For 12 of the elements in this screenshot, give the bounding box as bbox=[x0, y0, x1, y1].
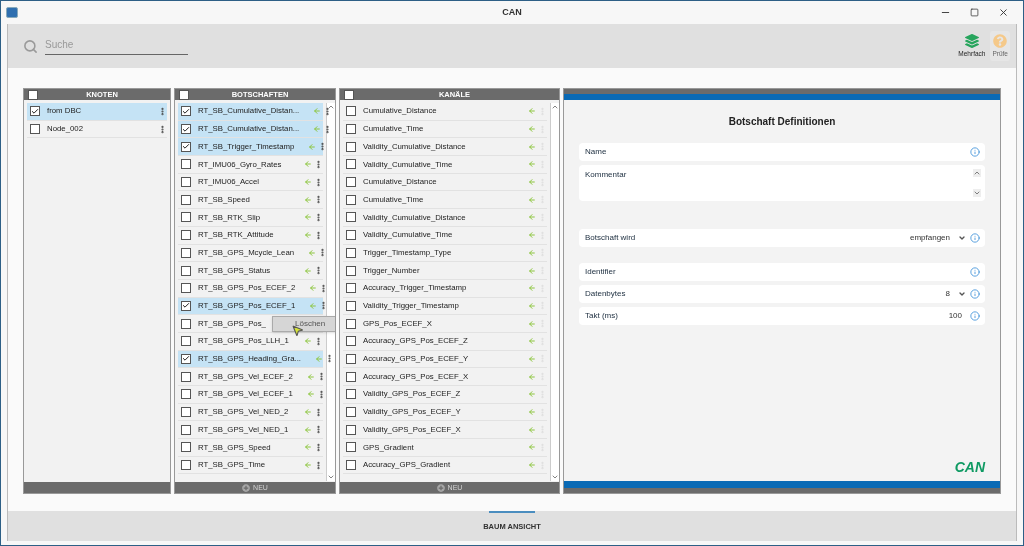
can-logo: CAN bbox=[954, 458, 985, 477]
field-label: Botschaft wird bbox=[585, 232, 637, 244]
field-label: Kommentar bbox=[585, 169, 628, 181]
panel-title: Botschaft Definitionen bbox=[727, 115, 837, 129]
field-label: Takt (ms) bbox=[585, 310, 619, 322]
field-value: 8 bbox=[945, 288, 950, 300]
field-label: Datenbytes bbox=[585, 288, 627, 300]
field-value: empfangen bbox=[909, 232, 950, 244]
field-value: 100 bbox=[948, 310, 962, 322]
window-title: CAN bbox=[502, 5, 522, 19]
field-label: Name bbox=[585, 146, 608, 158]
field-label: Identifier bbox=[585, 266, 617, 278]
